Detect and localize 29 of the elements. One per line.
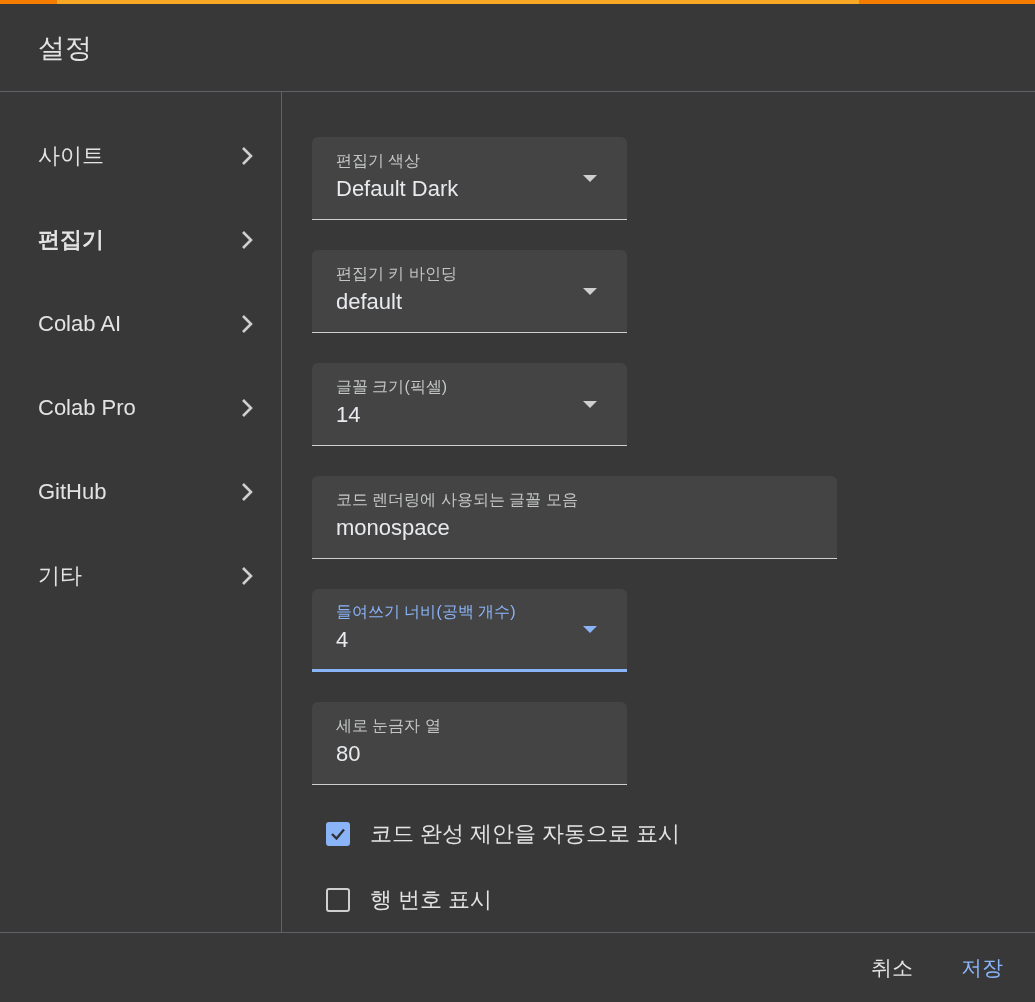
input-field[interactable]: 코드 렌더링에 사용되는 글꼴 모음 monospace <box>312 476 837 559</box>
sidebar-item[interactable]: GitHub <box>0 450 281 534</box>
chevron-right-icon <box>241 566 253 586</box>
sidebar-item[interactable]: 편집기 <box>0 198 281 282</box>
checkbox-label: 코드 완성 제안을 자동으로 표시 <box>370 820 681 848</box>
caret-icon <box>583 400 597 408</box>
input-field[interactable]: 세로 눈금자 열 80 <box>312 702 627 785</box>
chevron-right-icon <box>241 146 253 166</box>
checkbox[interactable] <box>326 822 350 846</box>
caret-icon <box>583 287 597 295</box>
dropdown-field[interactable]: 글꼴 크기(픽셀) 14 <box>312 363 627 446</box>
chevron-right-icon <box>241 398 253 418</box>
sidebar-item[interactable]: 기타 <box>0 534 281 618</box>
chevron-right-icon <box>241 482 253 502</box>
dropdown-field[interactable]: 편집기 색상 Default Dark <box>312 137 627 220</box>
checkbox[interactable] <box>326 888 350 912</box>
sidebar-item[interactable]: Colab Pro <box>0 366 281 450</box>
cancel-button[interactable]: 취소 <box>861 947 923 988</box>
sidebar-item[interactable]: 사이트 <box>0 114 281 198</box>
sidebar-item[interactable]: Colab AI <box>0 282 281 366</box>
dropdown-field[interactable]: 들여쓰기 너비(공백 개수) 4 <box>312 589 627 672</box>
dialog-title: 설정 <box>38 31 92 65</box>
caret-icon <box>583 174 597 182</box>
checkbox-label: 행 번호 표시 <box>370 886 493 914</box>
dropdown-field[interactable]: 편집기 키 바인딩 default <box>312 250 627 333</box>
save-button[interactable]: 저장 <box>951 947 1013 988</box>
chevron-right-icon <box>241 230 253 250</box>
caret-icon <box>583 625 597 633</box>
chevron-right-icon <box>241 314 253 334</box>
